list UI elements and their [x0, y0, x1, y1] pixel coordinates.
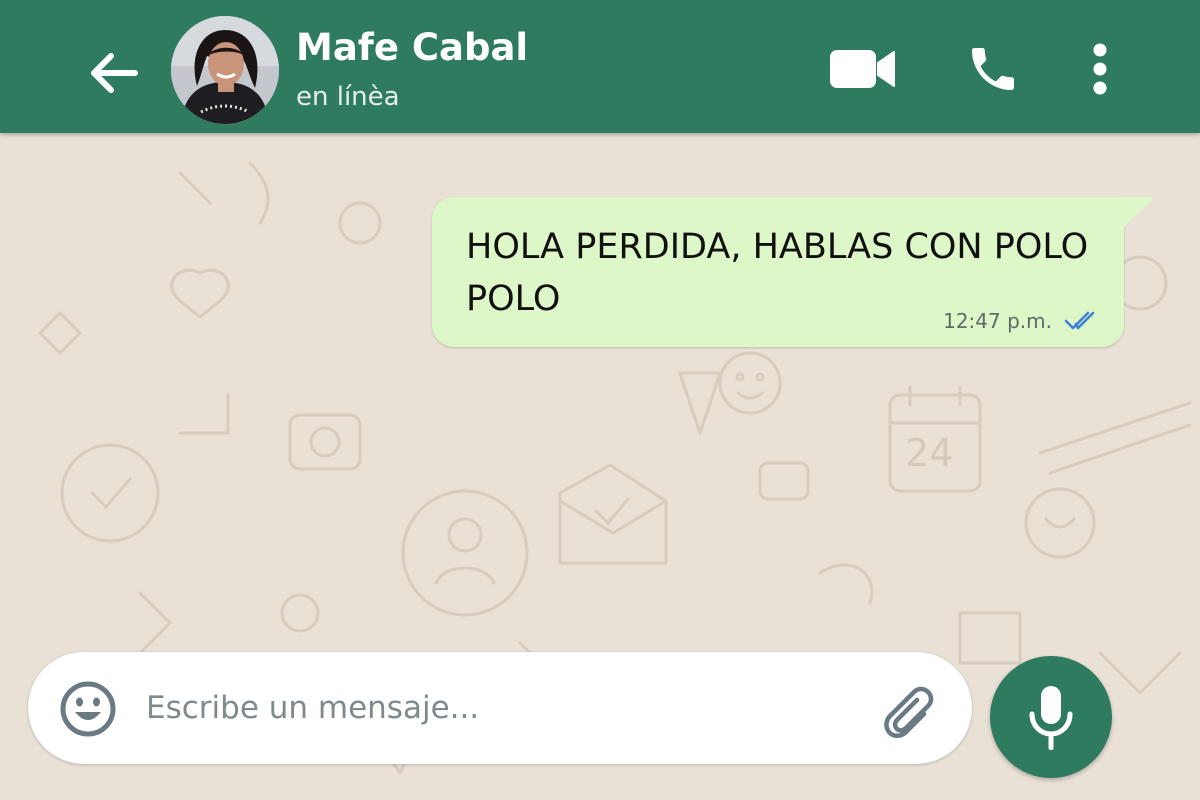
bubble-tail: [1124, 197, 1153, 227]
phone-icon: [972, 48, 1014, 90]
microphone-icon: [1029, 686, 1073, 750]
back-button[interactable]: [82, 44, 144, 102]
message-time: 12:47 p.m.: [943, 309, 1052, 333]
paperclip-icon: [884, 686, 934, 738]
message-input[interactable]: [146, 680, 846, 736]
voice-message-button[interactable]: [990, 656, 1112, 778]
menu-button[interactable]: [1080, 38, 1120, 100]
emoji-button[interactable]: [59, 680, 117, 738]
arrow-left-icon: [91, 53, 138, 93]
svg-text:24: 24: [905, 431, 953, 475]
avatar[interactable]: [171, 16, 279, 124]
outgoing-message-bubble[interactable]: HOLA PERDIDA, HABLAS CON POLO POLO 12:47…: [432, 197, 1153, 347]
message-composer: [28, 652, 972, 764]
video-call-button[interactable]: [822, 40, 902, 98]
message-meta: 12:47 p.m.: [943, 309, 1102, 333]
more-vertical-icon: [1093, 43, 1107, 95]
attach-button[interactable]: [876, 678, 940, 742]
avatar-photo: [171, 16, 279, 124]
double-check-read-icon: [1064, 311, 1095, 330]
video-camera-icon: [830, 50, 895, 88]
contact-name[interactable]: Mafe Cabal: [296, 26, 528, 69]
chat-header: Mafe Cabal en línèa: [0, 0, 1200, 133]
contact-status: en línèa: [296, 82, 400, 112]
emoji-icon: [60, 681, 116, 737]
voice-call-button[interactable]: [960, 38, 1026, 100]
